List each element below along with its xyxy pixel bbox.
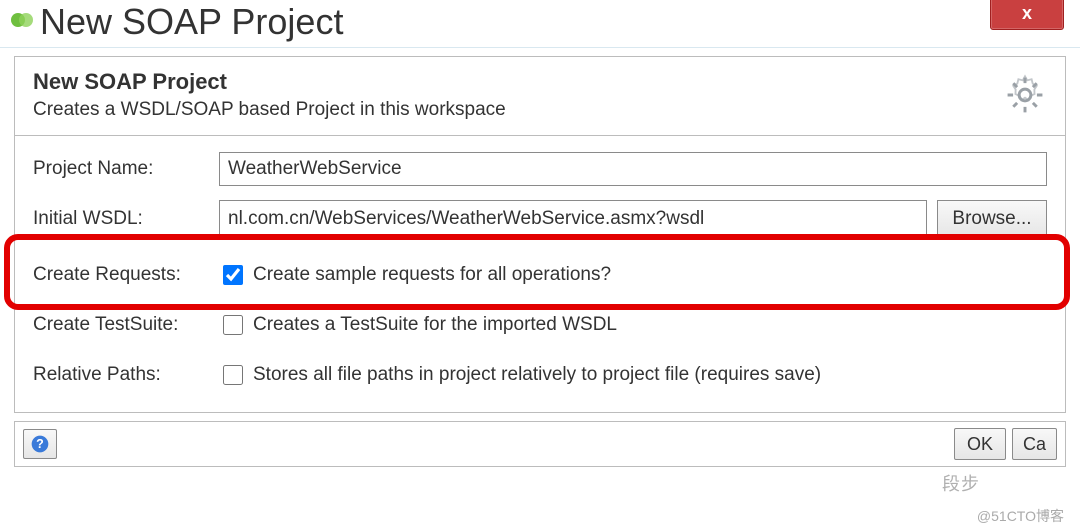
initial-wsdl-label: Initial WSDL: (33, 208, 219, 230)
window-title: New SOAP Project (40, 2, 343, 42)
browse-button[interactable]: Browse... (937, 200, 1047, 238)
initial-wsdl-input[interactable] (219, 200, 927, 238)
app-icon (10, 8, 34, 32)
form-area: Project Name: Initial WSDL: Browse... Cr… (15, 136, 1065, 412)
dialog-body: New SOAP Project Creates a WSDL/SOAP bas… (0, 48, 1080, 477)
initial-wsdl-row: Initial WSDL: Browse... (33, 198, 1047, 240)
cancel-button[interactable]: Ca (1012, 428, 1057, 460)
create-requests-text: Create sample requests for all operation… (253, 264, 611, 286)
help-icon: ? (30, 434, 50, 454)
panel-description: Creates a WSDL/SOAP based Project in thi… (33, 99, 506, 121)
ok-button[interactable]: OK (954, 428, 1006, 460)
watermark-text: @51CTO博客 (977, 506, 1064, 526)
relative-paths-label: Relative Paths: (33, 364, 219, 386)
project-name-label: Project Name: (33, 158, 219, 180)
close-icon: x (1022, 3, 1032, 24)
create-testsuite-row: Create TestSuite: Creates a TestSuite fo… (33, 304, 1047, 346)
main-panel: New SOAP Project Creates a WSDL/SOAP bas… (14, 56, 1066, 413)
project-name-row: Project Name: (33, 148, 1047, 190)
help-button[interactable]: ? (23, 429, 57, 459)
create-testsuite-checkbox[interactable] (223, 315, 243, 335)
create-requests-checkbox[interactable] (223, 265, 243, 285)
button-bar: ? OK Ca (14, 421, 1066, 467)
relative-paths-text: Stores all file paths in project relativ… (253, 364, 821, 386)
create-requests-row: Create Requests: Create sample requests … (33, 254, 1047, 296)
watermark-overlay: 段步 (942, 470, 980, 496)
panel-title: New SOAP Project (33, 69, 506, 95)
create-requests-label: Create Requests: (33, 264, 219, 286)
relative-paths-checkbox[interactable] (223, 365, 243, 385)
title-bar: New SOAP Project x (0, 0, 1080, 48)
relative-paths-row: Relative Paths: Stores all file paths in… (33, 354, 1047, 396)
create-testsuite-label: Create TestSuite: (33, 314, 219, 336)
close-button[interactable]: x (990, 0, 1064, 30)
project-name-input[interactable] (219, 152, 1047, 186)
svg-text:?: ? (36, 437, 44, 451)
create-testsuite-text: Creates a TestSuite for the imported WSD… (253, 314, 617, 336)
gear-icon (1003, 73, 1047, 117)
panel-header: New SOAP Project Creates a WSDL/SOAP bas… (15, 57, 1065, 135)
